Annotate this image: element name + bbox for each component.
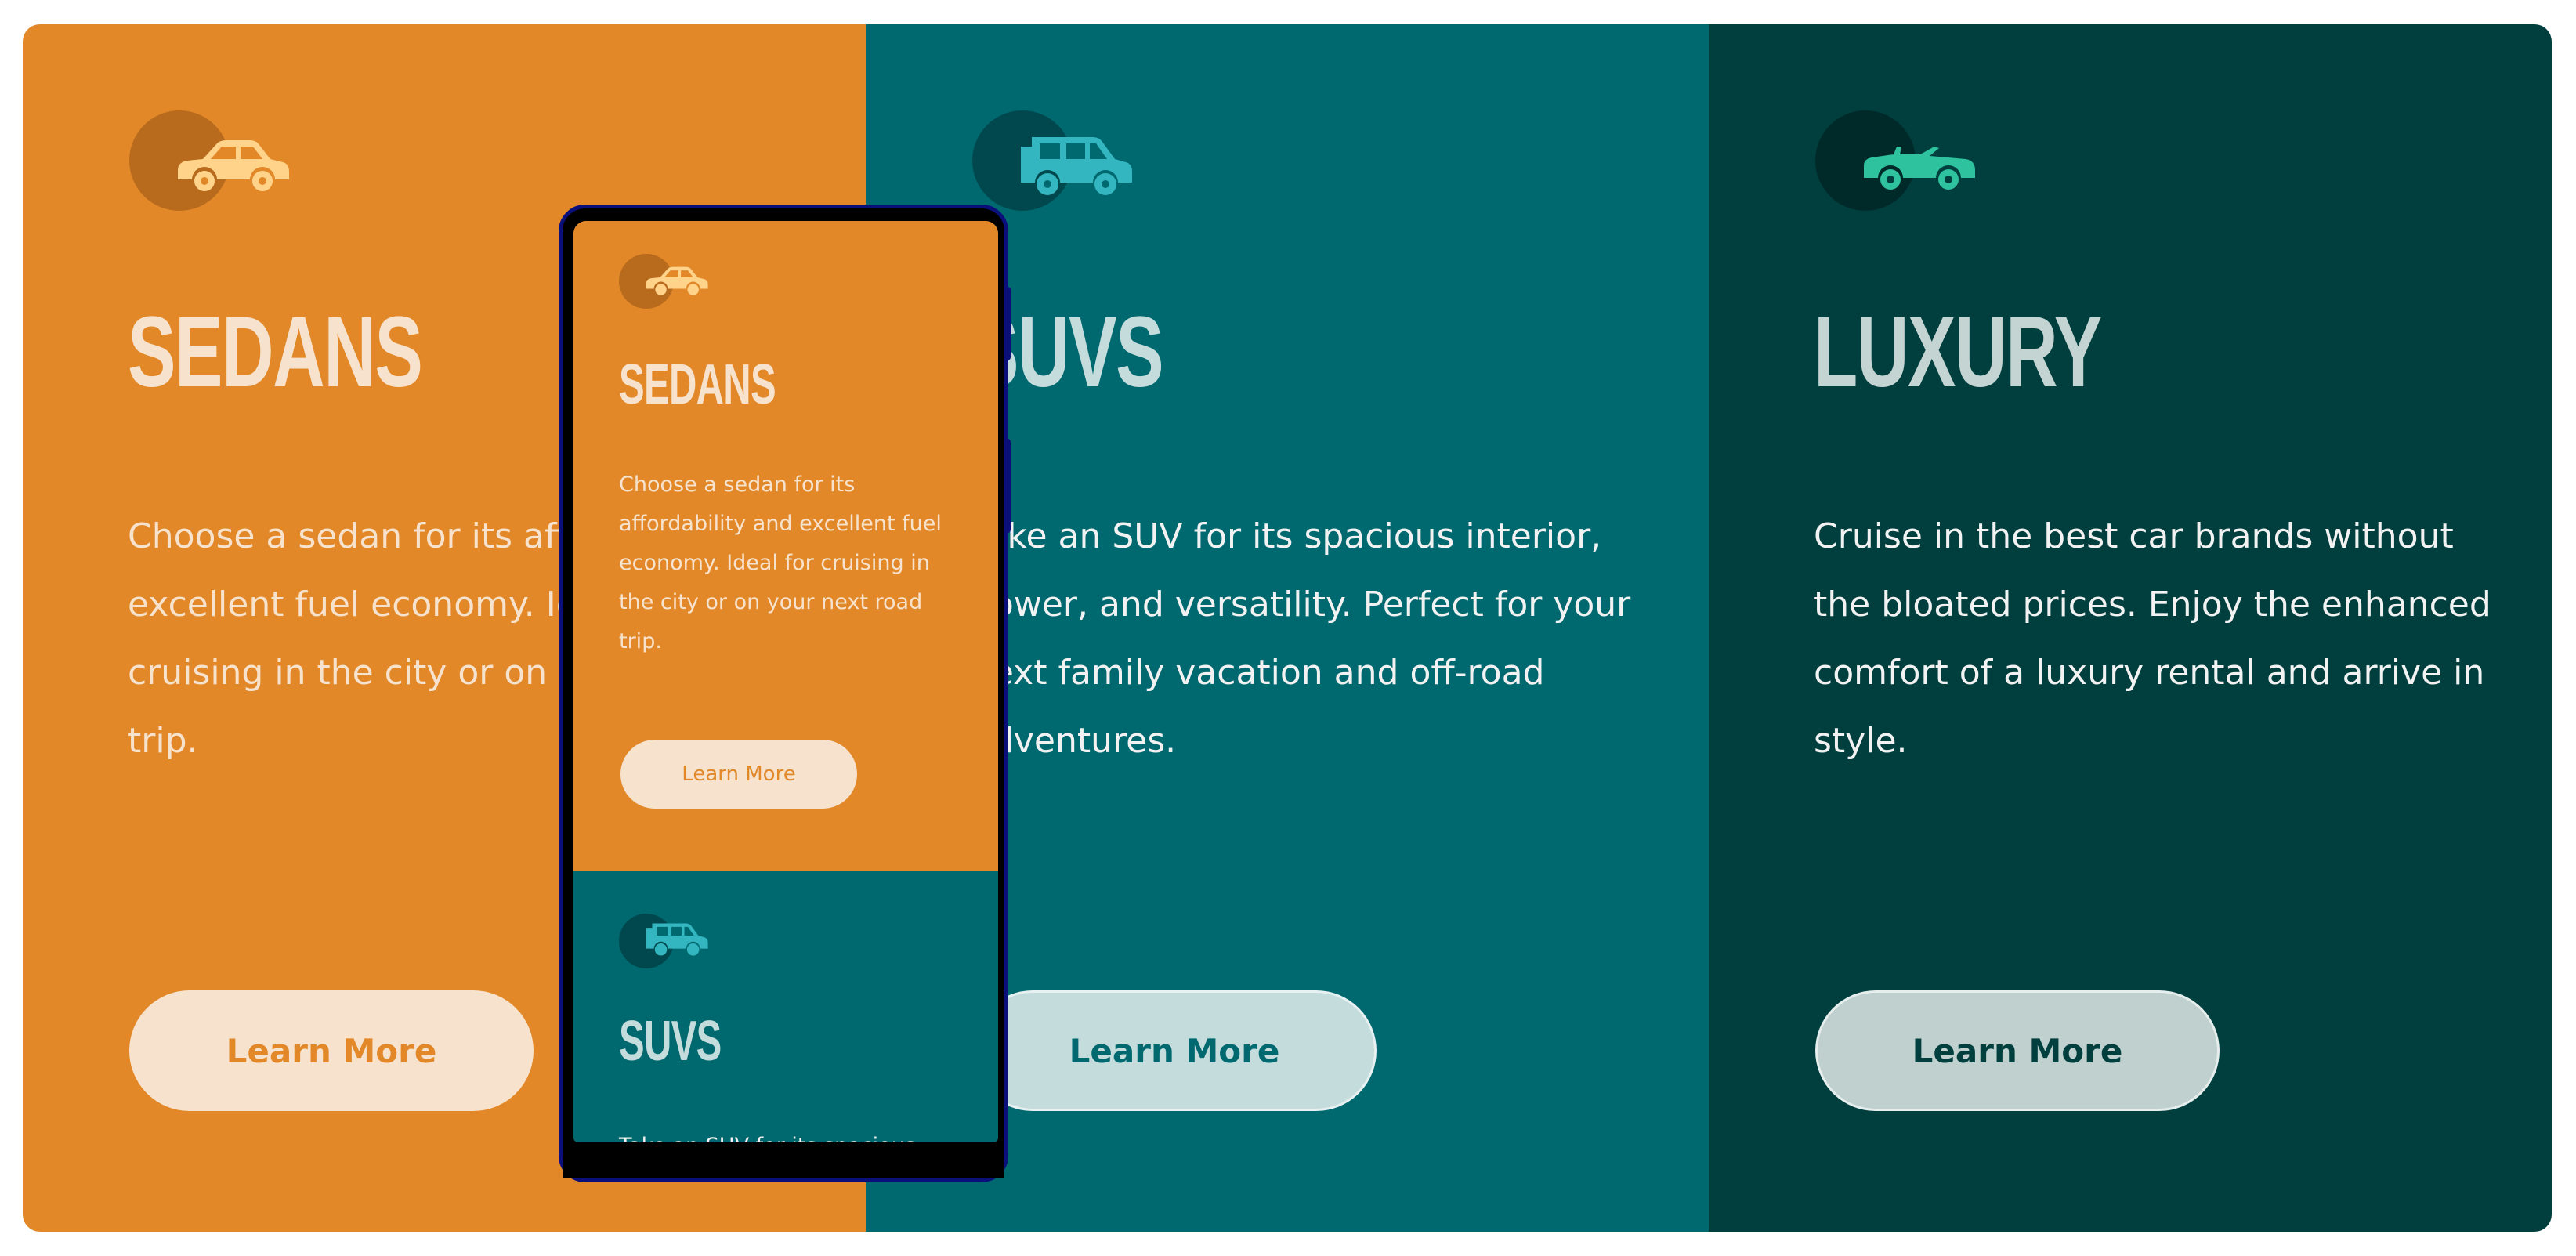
phone-bottom-bezel — [563, 1150, 1004, 1178]
mobile-panel-title: SEDANS — [619, 353, 776, 416]
panel-luxury: LUXURY Cruise in the best car brands wit… — [1709, 24, 2552, 1232]
panel-title: LUXURY — [1814, 296, 2102, 408]
suv-car-icon — [1021, 137, 1132, 195]
suv-icon — [972, 110, 1160, 220]
suvs-learn-more-button[interactable]: Learn More — [972, 990, 1377, 1111]
panel-title: SEDANS — [128, 296, 423, 408]
luxury-learn-more-button[interactable]: Learn More — [1815, 990, 2220, 1111]
panel-description: Take an SUV for its spacious interior, p… — [971, 516, 1631, 761]
mobile-sedan-icon — [646, 266, 708, 295]
mobile-panel-title: SUVS — [619, 1010, 722, 1073]
mobile-panel-description: Choose a sedan for its affordability and… — [619, 472, 942, 653]
sedan-car-icon — [178, 140, 289, 191]
mobile-suv-icon — [646, 923, 708, 956]
convertible-car-icon — [1864, 147, 1975, 190]
car-categories-panels: SEDANS Choose a sedan for its affordabil… — [23, 24, 2552, 1232]
luxury-car-icon — [1815, 110, 2003, 220]
sedan-icon — [129, 110, 317, 220]
mobile-sedans-learn-more-button[interactable]: Learn More — [620, 740, 857, 809]
mobile-panel-suvs: SUVS Take an SUV for its spacious — [573, 871, 998, 1142]
mobile-panel-description: Take an SUV for its spacious — [619, 1127, 956, 1142]
phone-side-button — [1004, 287, 1011, 360]
mobile-screen: SEDANS Choose a sedan for its affordabil… — [573, 221, 998, 1142]
panel-description: Cruise in the best car brands without th… — [1814, 516, 2491, 761]
phone-side-button — [1004, 439, 1011, 533]
mobile-preview-device: SEDANS Choose a sedan for its affordabil… — [559, 205, 1008, 1182]
mobile-panel-sedans: SEDANS Choose a sedan for its affordabil… — [573, 221, 998, 871]
sedans-learn-more-button[interactable]: Learn More — [129, 990, 534, 1111]
